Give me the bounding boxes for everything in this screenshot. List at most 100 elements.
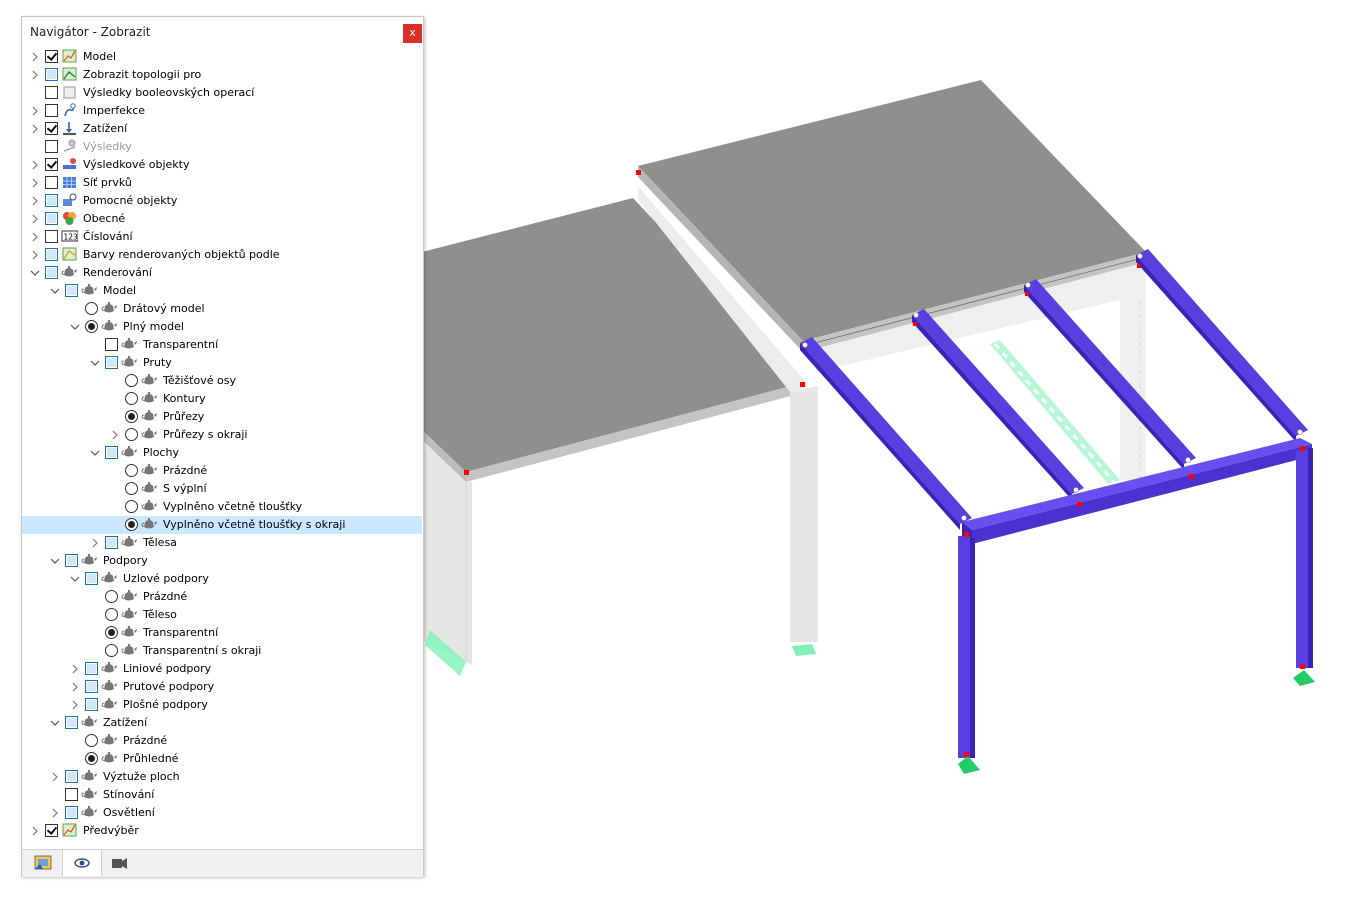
support-middle[interactable] (792, 644, 816, 656)
checkbox[interactable] (105, 536, 118, 549)
checkbox[interactable] (45, 824, 58, 837)
data-tab[interactable] (24, 850, 62, 876)
tree-item-prázdné[interactable]: Prázdné (22, 462, 422, 480)
chevron-down-icon[interactable] (30, 268, 40, 278)
tree-item-imperfekce[interactable]: Imperfekce (22, 102, 422, 120)
tree-item-renderování[interactable]: Renderování (22, 264, 422, 282)
tree-item-síť-prvků[interactable]: Síť prvků (22, 174, 422, 192)
tree-item-zatížení[interactable]: Zatížení (22, 120, 422, 138)
chevron-down-icon[interactable] (70, 574, 80, 584)
checkbox[interactable] (85, 698, 98, 711)
radio-button[interactable] (125, 500, 138, 513)
radio-button[interactable] (85, 320, 98, 333)
radio-button[interactable] (105, 644, 118, 657)
chevron-down-icon[interactable] (70, 322, 80, 332)
tree-item-vyplněno-včetně-tloušťky[interactable]: Vyplněno včetně tloušťky (22, 498, 422, 516)
checkbox[interactable] (85, 680, 98, 693)
tree-item-prutové-podpory[interactable]: Prutové podpory (22, 678, 422, 696)
tree-item-pomocné-objekty[interactable]: Pomocné objekty (22, 192, 422, 210)
chevron-right-icon[interactable] (30, 160, 40, 170)
tree-item-transparentní[interactable]: Transparentní (22, 336, 422, 354)
checkbox[interactable] (45, 248, 58, 261)
tree-item-plošné-podpory[interactable]: Plošné podpory (22, 696, 422, 714)
chevron-right-icon[interactable] (110, 430, 120, 440)
tree-item-prázdné[interactable]: Prázdné (22, 588, 422, 606)
checkbox[interactable] (45, 230, 58, 243)
checkbox[interactable] (45, 86, 58, 99)
tree-item-plný-model[interactable]: Plný model (22, 318, 422, 336)
tree-item-podpory[interactable]: Podpory (22, 552, 422, 570)
tree-item-osvětlení[interactable]: Osvětlení (22, 804, 422, 822)
checkbox[interactable] (45, 68, 58, 81)
tree-item-číslování[interactable]: 123 Číslování (22, 228, 422, 246)
checkbox[interactable] (45, 122, 58, 135)
tree-item-pruty[interactable]: Pruty (22, 354, 422, 372)
chevron-right-icon[interactable] (70, 682, 80, 692)
checkbox[interactable] (45, 212, 58, 225)
tree-item-výztuže-ploch[interactable]: Výztuže ploch (22, 768, 422, 786)
checkbox[interactable] (65, 806, 78, 819)
close-button[interactable]: x (403, 24, 422, 43)
radio-button[interactable] (125, 482, 138, 495)
views-tab[interactable] (100, 850, 138, 876)
tree-item-obecné[interactable]: Obecné (22, 210, 422, 228)
chevron-right-icon[interactable] (30, 106, 40, 116)
checkbox[interactable] (45, 158, 58, 171)
beam-4[interactable] (1136, 249, 1308, 442)
chevron-right-icon[interactable] (30, 250, 40, 260)
chevron-right-icon[interactable] (90, 538, 100, 548)
tree-item-zobrazit-topologii-pro[interactable]: Zobrazit topologii pro (22, 66, 422, 84)
chevron-right-icon[interactable] (30, 232, 40, 242)
tree-item-model[interactable]: Model (22, 282, 422, 300)
chevron-down-icon[interactable] (50, 286, 60, 296)
tree-item-vyplněno-včetně-tloušťky-s-okraji[interactable]: Vyplněno včetně tloušťky s okraji (22, 516, 422, 534)
tree-item-těžišťové-osy[interactable]: Těžišťové osy (22, 372, 422, 390)
checkbox[interactable] (105, 446, 118, 459)
tree-item-drátový-model[interactable]: Drátový model (22, 300, 422, 318)
frame-column-right[interactable] (1296, 448, 1313, 668)
tree-item-předvýběr[interactable]: Předvýběr (22, 822, 422, 840)
chevron-right-icon[interactable] (30, 214, 40, 224)
radio-button[interactable] (85, 302, 98, 315)
radio-button[interactable] (125, 410, 138, 423)
chevron-right-icon[interactable] (70, 700, 80, 710)
tree-item-stínování[interactable]: Stínování (22, 786, 422, 804)
radio-button[interactable] (105, 626, 118, 639)
tree-item-výsledky-booleovských-operací[interactable]: Výsledky booleovských operací (22, 84, 422, 102)
support-frame-right[interactable] (1293, 670, 1315, 686)
tree-item-průhledné[interactable]: Průhledné (22, 750, 422, 768)
tree-item-prázdné[interactable]: Prázdné (22, 732, 422, 750)
checkbox[interactable] (65, 284, 78, 297)
tree-item-kontury[interactable]: Kontury (22, 390, 422, 408)
checkbox[interactable] (105, 356, 118, 369)
tree-item-s-výplní[interactable]: S výplní (22, 480, 422, 498)
tree-item-tělesa[interactable]: Tělesa (22, 534, 422, 552)
checkbox[interactable] (45, 104, 58, 117)
radio-button[interactable] (105, 608, 118, 621)
checkbox[interactable] (105, 338, 118, 351)
tree-item-průřezy[interactable]: Průřezy (22, 408, 422, 426)
chevron-right-icon[interactable] (30, 196, 40, 206)
checkbox[interactable] (65, 788, 78, 801)
tree-item-liniové-podpory[interactable]: Liniové podpory (22, 660, 422, 678)
chevron-down-icon[interactable] (50, 556, 60, 566)
tree-item-průřezy-s-okraji[interactable]: Průřezy s okraji (22, 426, 422, 444)
chevron-right-icon[interactable] (50, 772, 60, 782)
tree-item-zatížení[interactable]: Zatížení (22, 714, 422, 732)
chevron-down-icon[interactable] (90, 448, 100, 458)
checkbox[interactable] (65, 716, 78, 729)
radio-button[interactable] (105, 590, 118, 603)
support-frame-left[interactable] (958, 756, 980, 774)
tree-item-transparentní-s-okraji[interactable]: Transparentní s okraji (22, 642, 422, 660)
middle-column[interactable] (790, 386, 818, 642)
radio-button[interactable] (85, 752, 98, 765)
radio-button[interactable] (125, 392, 138, 405)
beam-3[interactable] (1024, 279, 1196, 470)
tree-item-plochy[interactable]: Plochy (22, 444, 422, 462)
chevron-right-icon[interactable] (30, 70, 40, 80)
radio-button[interactable] (125, 374, 138, 387)
checkbox[interactable] (45, 176, 58, 189)
beam-1[interactable] (800, 337, 972, 530)
chevron-right-icon[interactable] (30, 826, 40, 836)
checkbox[interactable] (65, 554, 78, 567)
